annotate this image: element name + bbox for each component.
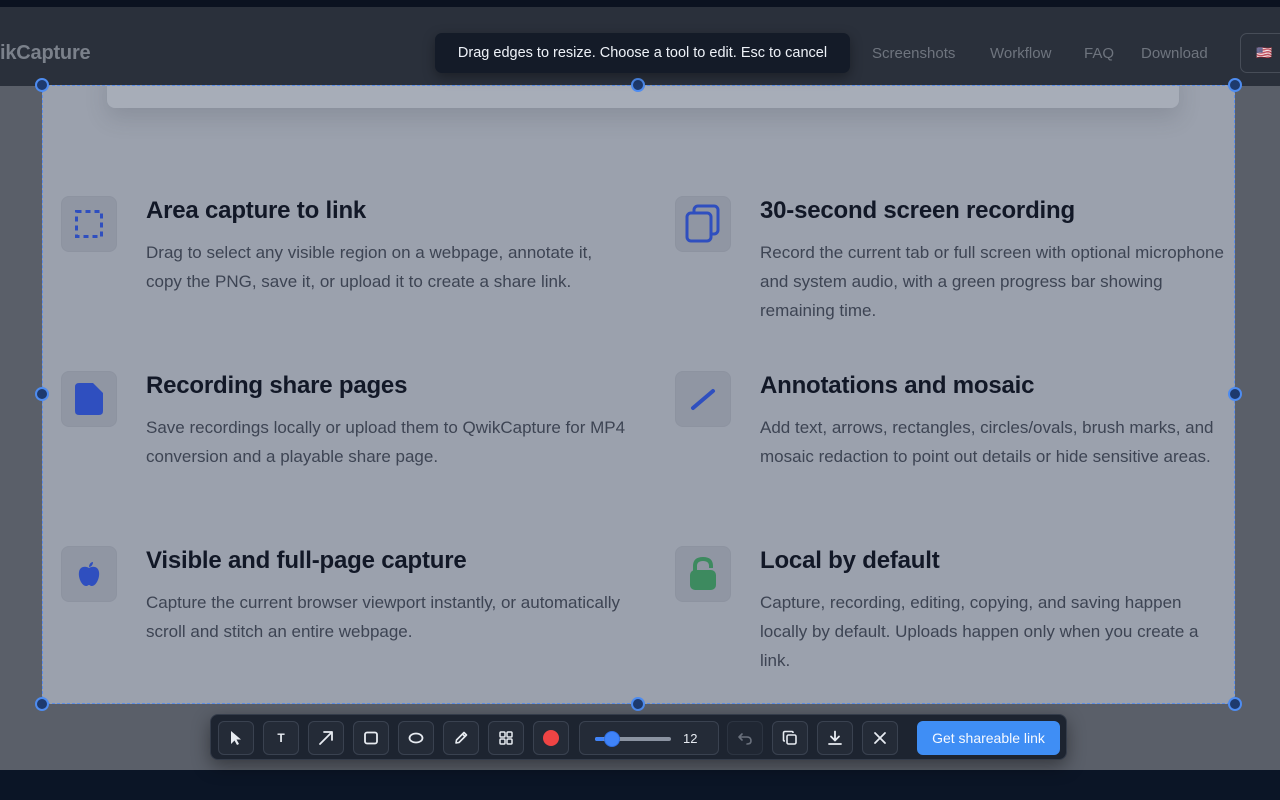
dashed-selection-icon: [61, 196, 117, 252]
feature-annotations: Annotations and mosaic Add text, arrows,…: [675, 371, 1234, 501]
rectangle-tool-button[interactable]: [353, 721, 389, 755]
capture-selection-area[interactable]: Area capture to link Drag to select any …: [42, 85, 1235, 704]
slider-thumb[interactable]: [604, 731, 620, 747]
ellipse-tool-button[interactable]: [398, 721, 434, 755]
close-icon: [874, 732, 886, 744]
stroke-size-value: 12: [683, 731, 698, 746]
pen-stroke-icon: [675, 371, 731, 427]
resize-handle-left[interactable]: [35, 387, 49, 401]
feature-recording-share: Recording share pages Save recordings lo…: [61, 371, 625, 481]
nav-link-screenshots[interactable]: Screenshots: [872, 45, 955, 62]
dim-overlay-left: [0, 86, 42, 770]
language-flag-button[interactable]: 🇺🇸: [1240, 33, 1280, 73]
get-shareable-link-button[interactable]: Get shareable link: [917, 721, 1060, 755]
text-tool-icon: T: [277, 731, 285, 745]
pen-tool-icon: [455, 731, 468, 744]
feature-description: Drag to select any visible region on a w…: [146, 243, 593, 291]
feature-description: Capture, recording, editing, copying, an…: [760, 593, 1199, 670]
arrow-tool-icon: [319, 731, 333, 745]
feature-title: Recording share pages: [146, 372, 408, 399]
slider-fill: [595, 737, 604, 741]
text-tool-button[interactable]: T: [263, 721, 299, 755]
nav-link-download[interactable]: Download: [1141, 45, 1208, 62]
mosaic-tool-icon: [499, 731, 513, 745]
annotation-toolbar: T 12 Get shareable link: [210, 714, 1067, 760]
feature-full-page-capture: Visible and full-page capture Capture th…: [61, 546, 621, 656]
arrow-tool-button[interactable]: [308, 721, 344, 755]
pen-tool-button[interactable]: [443, 721, 479, 755]
resize-handle-top-right[interactable]: [1228, 78, 1242, 92]
bottom-strip: [0, 770, 1280, 800]
nav-link-faq[interactable]: FAQ: [1084, 45, 1114, 62]
nav-link-workflow[interactable]: Workflow: [990, 45, 1051, 62]
resize-handle-bottom-right[interactable]: [1228, 697, 1242, 711]
feature-title: Visible and full-page capture: [146, 547, 467, 574]
top-strip: [0, 0, 1280, 7]
copy-button[interactable]: [772, 721, 808, 755]
document-icon: [61, 371, 117, 427]
feature-title: Local by default: [760, 547, 940, 574]
feature-description: Capture the current browser viewport ins…: [146, 593, 620, 641]
resize-handle-top-left[interactable]: [35, 78, 49, 92]
dim-overlay-right: [1235, 86, 1280, 770]
download-icon: [828, 730, 842, 745]
apple-icon: [61, 546, 117, 602]
feature-screen-recording: 30-second screen recording Record the cu…: [675, 196, 1234, 326]
resize-handle-right[interactable]: [1228, 387, 1242, 401]
mosaic-tool-button[interactable]: [488, 721, 524, 755]
rectangle-tool-icon: [364, 731, 378, 745]
color-picker-icon: [543, 730, 559, 746]
feature-title: Area capture to link: [146, 197, 367, 224]
feature-title: 30-second screen recording: [760, 197, 1075, 224]
feature-area-capture: Area capture to link Drag to select any …: [61, 196, 621, 326]
undo-button[interactable]: [727, 721, 763, 755]
copy-icon: [782, 730, 797, 745]
resize-handle-bottom[interactable]: [631, 697, 645, 711]
color-picker-button[interactable]: [533, 721, 569, 755]
feature-title: Annotations and mosaic: [760, 372, 1035, 399]
feature-description: Save recordings locally or upload them t…: [146, 418, 626, 466]
select-tool-button[interactable]: [218, 721, 254, 755]
copy-stack-icon: [675, 196, 731, 252]
lock-icon: [675, 546, 731, 602]
resize-handle-bottom-left[interactable]: [35, 697, 49, 711]
close-button[interactable]: [862, 721, 898, 755]
feature-description: Add text, arrows, rectangles, circles/ov…: [760, 418, 1214, 466]
ellipse-tool-icon: [408, 732, 424, 744]
stroke-size-slider[interactable]: 12: [579, 721, 719, 755]
feature-local-by-default: Local by default Capture, recording, edi…: [675, 546, 1234, 676]
undo-icon: [738, 733, 752, 745]
feature-description: Record the current tab or full screen wi…: [760, 243, 1224, 320]
instruction-tooltip: Drag edges to resize. Choose a tool to e…: [435, 33, 850, 73]
download-button[interactable]: [817, 721, 853, 755]
select-tool-icon: [231, 731, 241, 745]
resize-handle-top[interactable]: [631, 78, 645, 92]
